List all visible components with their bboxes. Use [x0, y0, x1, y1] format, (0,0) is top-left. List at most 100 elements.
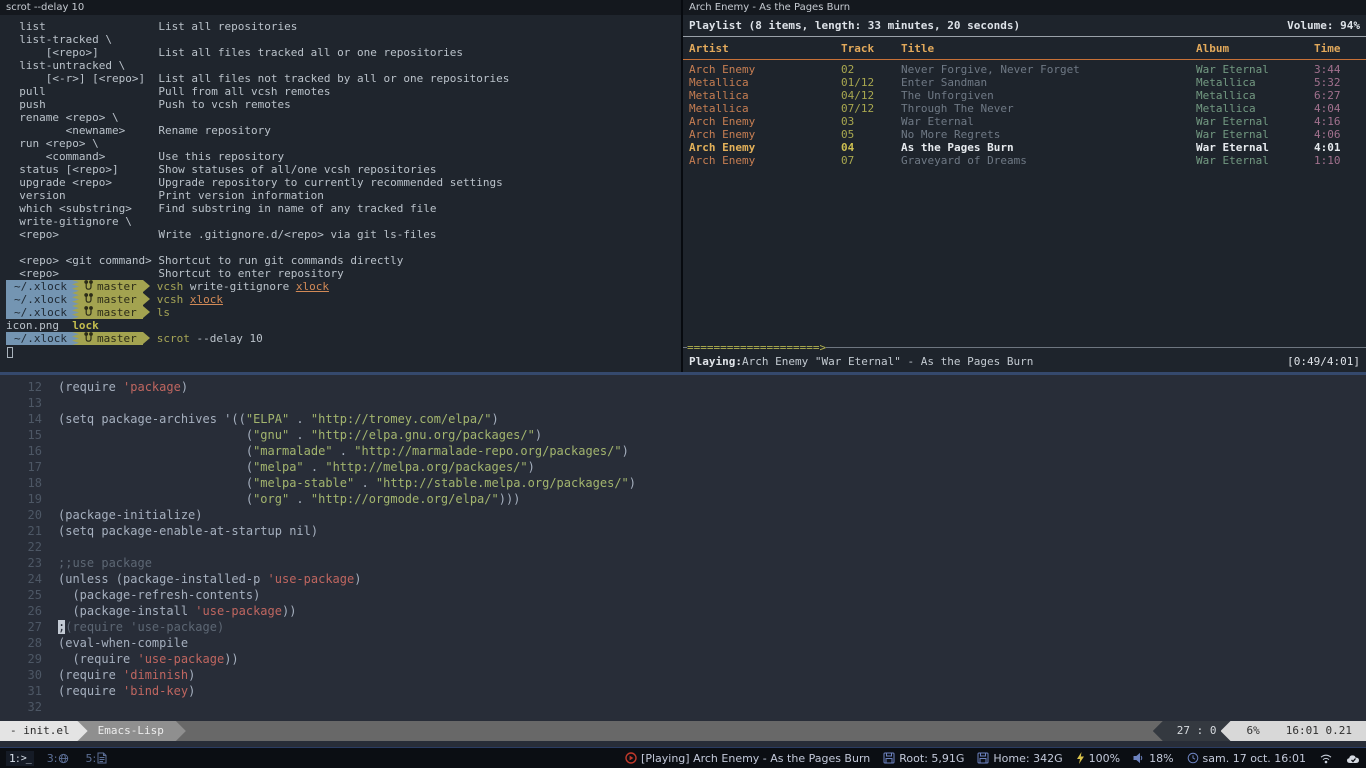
code-token: (eval-when-compile: [58, 636, 188, 650]
line-number: 32: [0, 699, 42, 715]
cell-track: 07/12: [841, 102, 901, 115]
code-token: ): [622, 444, 629, 458]
code-token: ): [188, 668, 195, 682]
cell-title: Never Forgive, Never Forget: [901, 63, 1196, 76]
disk-icon: [977, 752, 989, 764]
code-line: 16 ("marmalade" . "http://marmalade-repo…: [0, 443, 1366, 459]
line-number: 22: [0, 539, 42, 555]
code-token: ): [629, 476, 636, 490]
command-token: --delay 10: [190, 332, 263, 345]
music-player-window[interactable]: Arch Enemy - As the Pages Burn Playlist …: [683, 0, 1366, 372]
code-token: (package-initialize): [58, 508, 203, 522]
code-token: "melpa": [253, 460, 304, 474]
statusblock-clock: sam. 17 oct. 16:01: [1187, 752, 1306, 765]
emacs-modeline: - init.el Emacs-Lisp 27 : 0 6% 16:01 0.2…: [0, 721, 1366, 741]
progress-bar[interactable]: ====================>: [683, 341, 1366, 354]
prompt-cwd: ~/.xlock: [6, 332, 79, 345]
code-token: (require: [58, 652, 137, 666]
cell-track: 02: [841, 63, 901, 76]
emacs-buffer[interactable]: 12(require 'package)1314(setq package-ar…: [0, 375, 1366, 721]
playlist-row[interactable]: Metallica07/12Through The NeverMetallica…: [683, 102, 1366, 115]
statusblock-disk: Home: 342G: [977, 752, 1062, 765]
code-token: (: [58, 460, 253, 474]
line-number: 18: [0, 475, 42, 491]
cell-album: Metallica: [1196, 102, 1314, 115]
playlist-row-current[interactable]: Arch Enemy04As the Pages BurnWar Eternal…: [683, 141, 1366, 154]
column-header: Album: [1196, 42, 1314, 56]
workspace-button-5[interactable]: 5:: [82, 751, 110, 766]
code-token: (require 'use-package): [65, 620, 224, 634]
code-line: 19 ("org" . "http://orgmode.org/elpa/"))…: [0, 491, 1366, 507]
code-text: ;;use package: [42, 555, 152, 571]
terminal-line: <repo> Write .gitignore.d/<repo> via git…: [6, 228, 681, 241]
statusblock-speaker: 18%: [1133, 752, 1173, 765]
git-branch-name: master: [97, 332, 137, 345]
code-token: "http://stable.melpa.org/packages/": [376, 476, 629, 490]
code-token: .: [304, 460, 326, 474]
prompt-git-segment: master: [79, 332, 143, 345]
modeline-buffer-percent: 6%: [1247, 721, 1260, 741]
elapsed-total-time: [0:49/4:01]: [1287, 355, 1360, 368]
line-number: 25: [0, 587, 42, 603]
terminal-line: push Push to vcsh remotes: [6, 98, 681, 111]
column-header: Title: [901, 42, 1196, 56]
code-token: (require: [58, 380, 123, 394]
cell-time: 1:10: [1314, 154, 1360, 167]
playlist-row[interactable]: Arch Enemy07Graveyard of DreamsWar Etern…: [683, 154, 1366, 167]
line-number: 29: [0, 651, 42, 667]
cell-title: The Unforgiven: [901, 89, 1196, 102]
playlist-row[interactable]: Arch Enemy02Never Forgive, Never ForgetW…: [683, 63, 1366, 76]
code-line: 22: [0, 539, 1366, 555]
shell-prompt-line: ~/.xlockmasterls: [6, 306, 681, 319]
command-token: xlock: [190, 293, 223, 306]
statusblock-disk: Root: 5,91G: [883, 752, 964, 765]
git-branch-icon: [84, 332, 93, 346]
emacs-echo-area: [0, 741, 1366, 747]
git-branch-icon: [84, 306, 93, 320]
terminal-window[interactable]: scrot --delay 10 list List all repositor…: [0, 0, 683, 372]
code-line: 15 ("gnu" . "http://elpa.gnu.org/package…: [0, 427, 1366, 443]
code-token: .: [289, 492, 311, 506]
cell-track: 07: [841, 154, 901, 167]
speaker-icon: [1133, 752, 1145, 764]
code-text: ("gnu" . "http://elpa.gnu.org/packages/"…: [42, 427, 542, 443]
status-bar: 1:>_ 3: 5: [Playing] Arch Enemy - As the P…: [0, 747, 1366, 768]
code-text: (setq package-archives '(("ELPA" . "http…: [42, 411, 499, 427]
modeline-clock: 16:01 0.21: [1286, 721, 1352, 741]
statusblock-text: sam. 17 oct. 16:01: [1203, 752, 1306, 765]
line-number: 23: [0, 555, 42, 571]
column-header: Track: [841, 42, 901, 56]
command-token: vcsh: [157, 280, 184, 293]
playlist-row[interactable]: Metallica01/12Enter SandmanMetallica5:32: [683, 76, 1366, 89]
code-text: [42, 539, 58, 555]
code-line: 24(unless (package-installed-p 'use-pack…: [0, 571, 1366, 587]
terminal-output: list List all repositories list-tracked …: [0, 15, 681, 372]
line-number: 13: [0, 395, 42, 411]
shell-prompt-line: ~/.xlockmasterscrot --delay 10: [6, 332, 681, 345]
cell-title: No More Regrets: [901, 128, 1196, 141]
code-token: "http://melpa.org/packages/": [325, 460, 527, 474]
cell-album: War Eternal: [1196, 141, 1314, 154]
shell-prompt-line: ~/.xlockmastervcsh xlock: [6, 293, 681, 306]
status-bar-blocks: [Playing] Arch Enemy - As the Pages Burn…: [625, 752, 1360, 765]
terminal-line: icon.png lock: [6, 319, 681, 332]
columns-divider: [683, 59, 1366, 60]
code-token: "http://orgmode.org/elpa/": [311, 492, 499, 506]
prompt-git-segment: master: [79, 306, 143, 319]
code-text: (require 'use-package)): [42, 651, 239, 667]
terminal-cursor[interactable]: [7, 347, 13, 358]
playlist-rows: Arch Enemy02Never Forgive, Never ForgetW…: [683, 63, 1366, 167]
prompt-path-segment: ~/.xlock: [6, 332, 79, 345]
terminal-line: version Print version information: [6, 189, 681, 202]
code-line: 25 (package-refresh-contents): [0, 587, 1366, 603]
terminal-line: list-tracked \: [6, 33, 681, 46]
playlist-row[interactable]: Metallica04/12The UnforgivenMetallica6:2…: [683, 89, 1366, 102]
code-token: (package-refresh-contents): [58, 588, 260, 602]
playlist-row[interactable]: Arch Enemy05No More RegretsWar Eternal4:…: [683, 128, 1366, 141]
code-line: 21(setq package-enable-at-startup nil): [0, 523, 1366, 539]
workspace-button-1[interactable]: 1:>_: [6, 751, 34, 766]
emacs-window[interactable]: 12(require 'package)1314(setq package-ar…: [0, 372, 1366, 747]
modeline-right: 6% 16:01 0.21: [1221, 721, 1366, 741]
playlist-row[interactable]: Arch Enemy03War EternalWar Eternal4:16: [683, 115, 1366, 128]
workspace-button-3[interactable]: 3:: [44, 751, 73, 766]
